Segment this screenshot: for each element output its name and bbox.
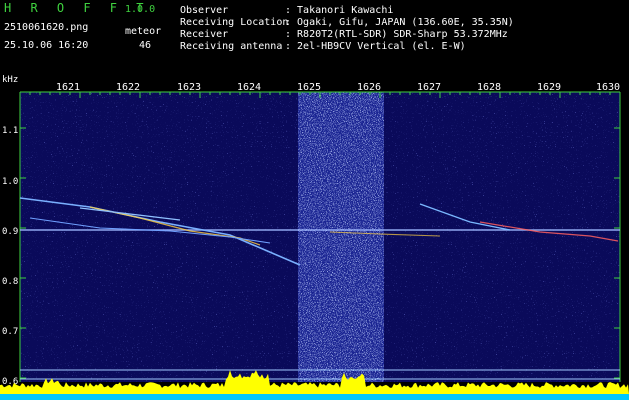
x-tick-1627: 1627 bbox=[417, 82, 441, 93]
y-axis-unit: kHz bbox=[2, 75, 18, 85]
x-tick-1621: 1621 bbox=[56, 82, 80, 93]
x-tick-1623: 1623 bbox=[177, 82, 201, 93]
y-tick-0.8: 0.8 bbox=[2, 277, 18, 287]
x-tick-1625: 1625 bbox=[297, 82, 321, 93]
x-tick-1628: 1628 bbox=[477, 82, 501, 93]
x-tick-1622: 1622 bbox=[116, 82, 140, 93]
x-tick-1630: 1630 bbox=[596, 82, 620, 93]
histogram-baseline bbox=[0, 394, 629, 400]
y-tick-1.1: 1.1 bbox=[2, 126, 18, 136]
y-tick-0.7: 0.7 bbox=[2, 327, 18, 337]
x-tick-1626: 1626 bbox=[357, 82, 381, 93]
x-tick-1624: 1624 bbox=[237, 82, 261, 93]
x-tick-1629: 1629 bbox=[537, 82, 561, 93]
interference-noise bbox=[298, 92, 384, 382]
y-tick-0.9: 0.9 bbox=[2, 227, 18, 237]
spectrogram: kHz 1621 1622 1623 1624 1625 1626 1627 1… bbox=[0, 75, 629, 400]
y-tick-1.0: 1.0 bbox=[2, 177, 18, 187]
